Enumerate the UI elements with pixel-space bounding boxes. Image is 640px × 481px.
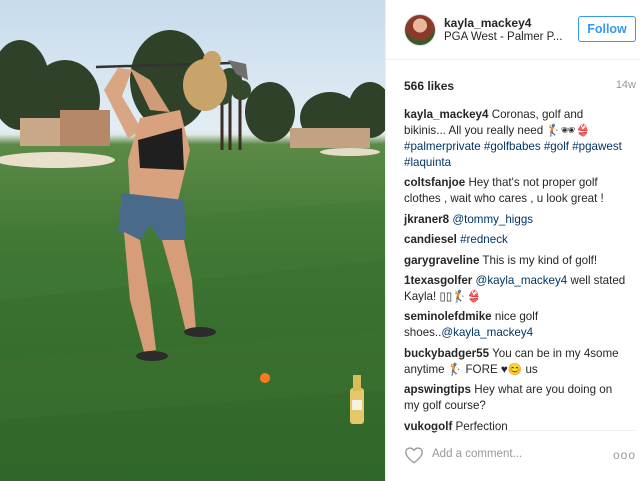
- comment-text: This is my kind of golf!: [482, 253, 598, 267]
- comment-footer: Add a comment... ooo: [404, 430, 636, 474]
- post-details-panel: kayla_mackey4 PGA West - Palmer P... Fol…: [385, 0, 640, 481]
- comment-author[interactable]: 1texasgolfer: [404, 274, 472, 287]
- likes-count[interactable]: 566 likes: [404, 79, 454, 93]
- comment-author[interactable]: kayla_mackey4: [404, 108, 488, 121]
- comment-item: garygraveline This is my kind of golf!: [404, 253, 626, 269]
- comment-author[interactable]: candiesel: [404, 233, 457, 246]
- comment-item: candiesel #redneck: [404, 232, 626, 248]
- comment-item: seminolefdmike nice golf shoes..@kayla_m…: [404, 309, 626, 341]
- location-link[interactable]: PGA West - Palmer P...: [444, 31, 564, 43]
- likes-row: 566 likes 14w: [404, 79, 636, 93]
- comment-tags[interactable]: #redneck: [460, 233, 508, 246]
- golf-scene-image: [0, 30, 385, 424]
- comment-mention[interactable]: @tommy_higgs: [452, 213, 533, 226]
- comment-item: jkraner8 @tommy_higgs: [404, 212, 626, 228]
- comment-author[interactable]: buckybadger55: [404, 347, 489, 360]
- post-time[interactable]: 14w: [616, 79, 636, 91]
- comment-caption: kayla_mackey4 Coronas, golf and bikinis.…: [404, 107, 626, 171]
- comments-list: kayla_mackey4 Coronas, golf and bikinis.…: [404, 107, 626, 439]
- instagram-post: kayla_mackey4 PGA West - Palmer P... Fol…: [0, 0, 640, 481]
- comment-tags[interactable]: #palmerprivate #golfbabes #golf #pgawest…: [404, 140, 622, 169]
- comment-mention[interactable]: @kayla_mackey4: [476, 274, 568, 287]
- username-link[interactable]: kayla_mackey4: [444, 16, 531, 30]
- comment-item: apswingtips Hey what are you doing on my…: [404, 382, 626, 414]
- add-comment-input[interactable]: Add a comment...: [432, 448, 522, 460]
- comment-author[interactable]: jkraner8: [404, 213, 449, 226]
- follow-button[interactable]: Follow: [578, 16, 636, 42]
- post-photo[interactable]: [0, 0, 385, 481]
- comment-author[interactable]: seminolefdmike: [404, 310, 492, 323]
- heart-outline-icon[interactable]: [404, 446, 424, 467]
- comment-item: 1texasgolfer @kayla_mackey4 well stated …: [404, 273, 626, 305]
- comment-author[interactable]: apswingtips: [404, 383, 471, 396]
- post-header: kayla_mackey4 PGA West - Palmer P... Fol…: [386, 0, 640, 60]
- comment-author[interactable]: garygraveline: [404, 254, 479, 267]
- comment-author[interactable]: coltsfanjoe: [404, 176, 465, 189]
- comment-item: buckybadger55 You can be in my 4some any…: [404, 346, 626, 378]
- comment-mention[interactable]: @kayla_mackey4: [441, 326, 533, 339]
- comment-item: coltsfanjoe Hey that's not proper golf c…: [404, 175, 626, 207]
- more-options-icon[interactable]: ooo: [613, 448, 636, 462]
- avatar[interactable]: [404, 14, 436, 46]
